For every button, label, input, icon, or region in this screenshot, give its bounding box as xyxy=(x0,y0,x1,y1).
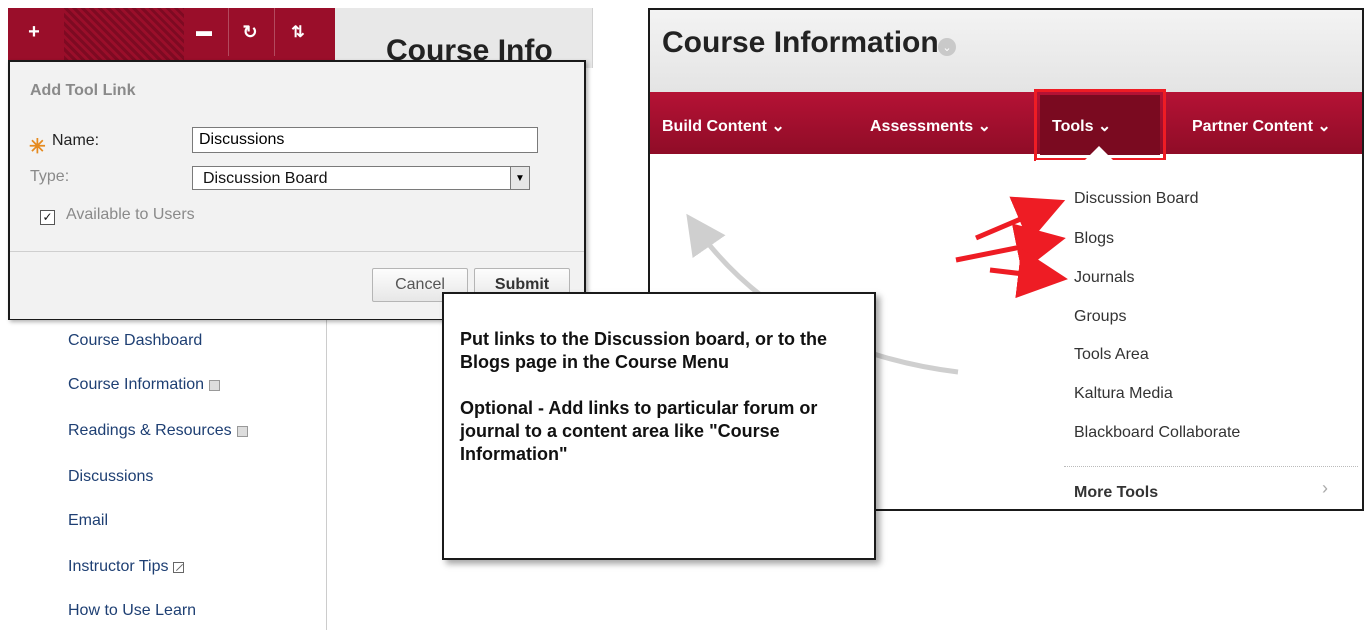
red-arrow-journals xyxy=(989,248,1068,299)
callout-box: Put links to the Discussion board, or to… xyxy=(442,292,876,560)
red-arrow-blogs xyxy=(955,223,1066,273)
callout-text: Put links to the Discussion board, or to… xyxy=(460,329,828,464)
red-arrow-discussion-board xyxy=(975,196,1066,243)
